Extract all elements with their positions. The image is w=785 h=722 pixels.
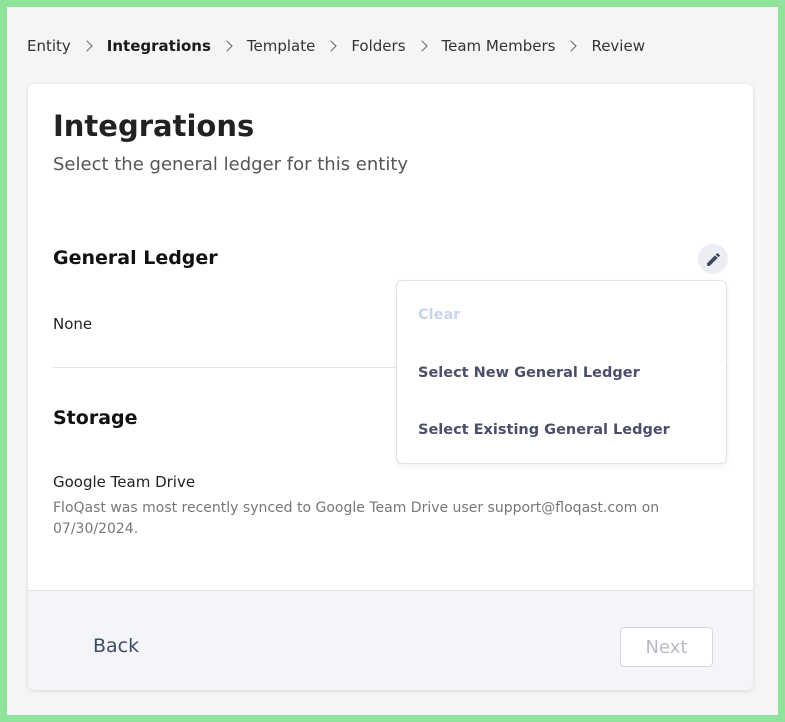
breadcrumb-team-members[interactable]: Team Members	[442, 37, 556, 55]
storage-value: Google Team Drive	[53, 473, 196, 491]
chevron-right-icon	[415, 40, 428, 52]
chevron-right-icon	[221, 40, 233, 52]
page-subtitle: Select the general ledger for this entit…	[53, 154, 409, 175]
menu-item-clear[interactable]: Clear	[418, 307, 460, 323]
breadcrumb-integrations[interactable]: Integrations	[107, 37, 211, 55]
chevron-right-icon	[325, 40, 338, 52]
breadcrumb-entity[interactable]: Entity	[27, 37, 71, 55]
edit-general-ledger-button[interactable]	[698, 244, 728, 274]
page-title: Integrations	[53, 109, 255, 143]
chevron-right-icon	[81, 40, 93, 52]
storage-sync-description: FloQast was most recently synced to Goog…	[53, 500, 660, 537]
pencil-icon	[706, 252, 720, 266]
next-button[interactable]: Next	[620, 627, 713, 667]
breadcrumb-folders[interactable]: Folders	[351, 37, 405, 55]
storage-title: Storage	[53, 407, 138, 429]
menu-item-select-new-general-ledger[interactable]: Select New General Ledger	[418, 365, 640, 381]
breadcrumb-template[interactable]: Template	[247, 37, 315, 55]
general-ledger-title: General Ledger	[53, 247, 218, 269]
general-ledger-value: None	[53, 315, 93, 333]
breadcrumb: Entity Integrations Template Folders Tea…	[27, 35, 645, 57]
app-frame: Entity Integrations Template Folders Tea…	[7, 7, 778, 715]
general-ledger-menu: Clear Select New General Ledger Select E…	[396, 280, 727, 464]
breadcrumb-review[interactable]: Review	[591, 37, 645, 55]
card-footer: Back Next	[28, 590, 753, 690]
menu-item-select-existing-general-ledger[interactable]: Select Existing General Ledger	[418, 422, 670, 438]
back-button[interactable]: Back	[93, 635, 139, 657]
integrations-card: Integrations Select the general ledger f…	[28, 84, 753, 690]
chevron-right-icon	[565, 40, 578, 52]
